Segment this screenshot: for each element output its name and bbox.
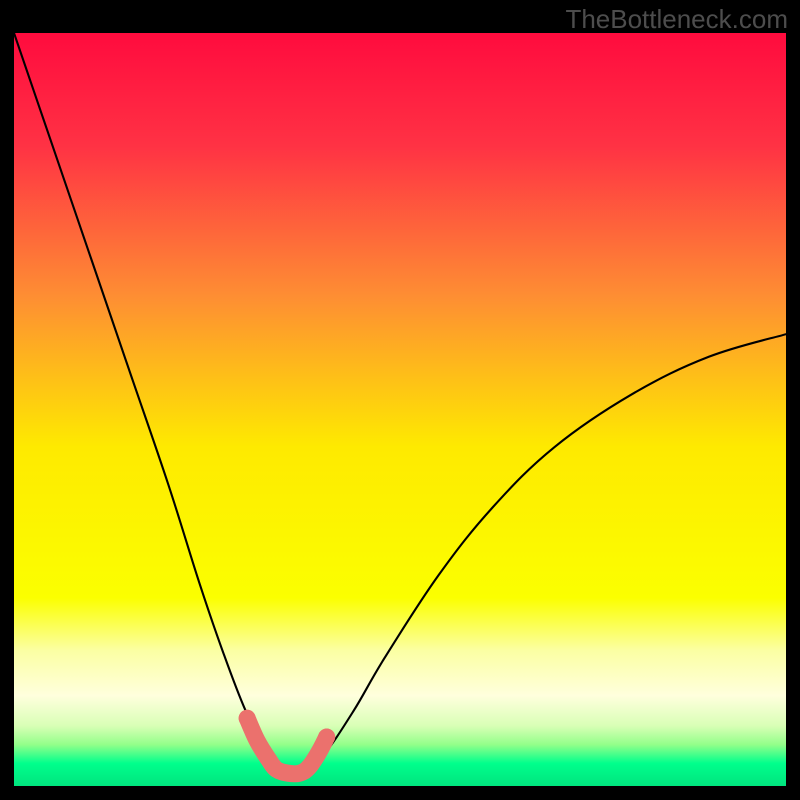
plot-area <box>14 33 786 786</box>
chart-container: TheBottleneck.com <box>0 0 800 800</box>
watermark: TheBottleneck.com <box>565 6 788 32</box>
bottleneck-chart <box>14 33 786 786</box>
gradient-background <box>14 33 786 786</box>
highlight-endpoint <box>318 729 335 746</box>
highlight-endpoint <box>239 710 256 727</box>
